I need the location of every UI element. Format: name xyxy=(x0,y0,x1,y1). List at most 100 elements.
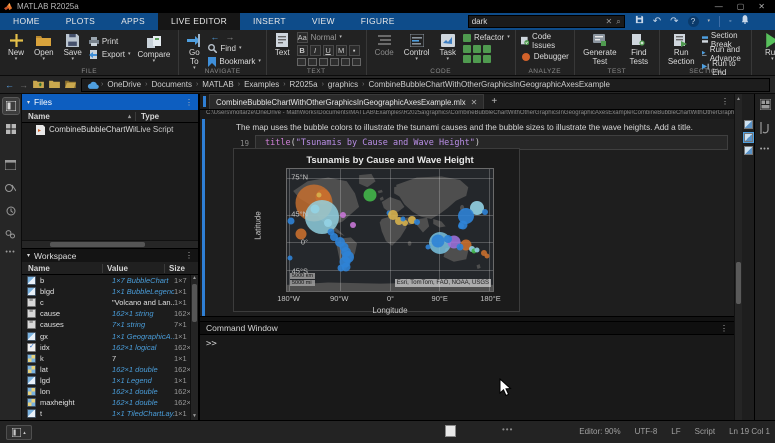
activity-doc-icon[interactable] xyxy=(445,425,456,437)
find-button[interactable]: Find▾ xyxy=(208,43,261,54)
bold-button[interactable]: B xyxy=(297,45,308,56)
redo-icon[interactable]: ↷ xyxy=(670,13,678,30)
workspace-kebab-icon[interactable]: ⋮ xyxy=(185,251,193,260)
code-tool-icon[interactable] xyxy=(473,45,481,53)
debugger-button[interactable]: Debugger xyxy=(521,51,569,62)
code-tool-icon[interactable] xyxy=(473,55,481,63)
workspace-row[interactable]: k71×1 xyxy=(22,353,190,364)
align-left-icon[interactable] xyxy=(319,58,328,66)
run-button[interactable]: Run▾ xyxy=(757,32,775,62)
command-window-kebab-icon[interactable]: ⋮ xyxy=(720,324,728,333)
ws-col-name[interactable]: Name xyxy=(22,264,102,273)
new-tab-icon[interactable]: + xyxy=(491,96,497,107)
files-kebab-icon[interactable]: ⋮ xyxy=(185,98,193,107)
ws-col-value[interactable]: Value xyxy=(103,264,164,273)
panel-layout-button[interactable]: ▴ xyxy=(6,425,32,440)
workspace-panel-icon[interactable] xyxy=(3,121,19,137)
workspace-row[interactable]: causes7×1 string7×1 xyxy=(22,319,190,330)
code-tool-icon[interactable] xyxy=(483,45,491,53)
export-button[interactable]: Export▾ xyxy=(89,49,131,60)
open-button[interactable]: Open▾ xyxy=(31,32,57,62)
collapse-icon[interactable]: ▾ xyxy=(27,99,30,106)
workspace-row[interactable]: lgd1×1 Legend1×1 xyxy=(22,375,190,386)
ribbon-tab-plots[interactable]: PLOTS xyxy=(53,13,108,30)
file-row[interactable]: CombineBubbleChartWithO... Live Script xyxy=(22,123,198,136)
style-select[interactable]: Normal xyxy=(311,33,337,42)
code-tool-icon[interactable] xyxy=(463,55,471,63)
run-section-button[interactable]: Run Section xyxy=(665,32,698,66)
text-button[interactable]: Text xyxy=(272,32,293,57)
search-input[interactable] xyxy=(472,17,602,26)
refactor-button[interactable]: Refactor▾ xyxy=(463,32,510,43)
doc-search-box[interactable]: ✕ ⌕ xyxy=(468,15,625,28)
code-tool-icon[interactable] xyxy=(483,55,491,63)
undo-icon[interactable]: ↶ xyxy=(653,13,661,30)
goto-button[interactable]: Go To▾ xyxy=(184,32,204,71)
forward-arrow-icon[interactable]: → xyxy=(225,33,234,41)
back-arrow-icon[interactable]: ← xyxy=(210,33,219,41)
monospace-button[interactable]: M xyxy=(336,45,347,56)
code-tool-icon[interactable] xyxy=(463,45,471,53)
script-paragraph[interactable]: The map uses the bubble colors to illust… xyxy=(236,123,730,132)
new-folder-icon[interactable] xyxy=(49,79,60,90)
command-window-header[interactable]: Command Window ⋮ xyxy=(200,322,734,335)
workspace-row[interactable]: lon162×1 double162×1 xyxy=(22,386,190,397)
outline-panel-icon[interactable] xyxy=(760,122,770,134)
breadcrumb-item[interactable]: CombineBubbleChartWithOtherGraphicsInGeo… xyxy=(369,80,610,89)
live-script-canvas[interactable]: The map uses the bubble colors to illust… xyxy=(200,119,734,316)
editor-tab[interactable]: CombineBubbleChartWithOtherGraphicsInGeo… xyxy=(209,94,484,109)
ribbon-tab-view[interactable]: VIEW xyxy=(299,13,348,30)
archive-panel-icon[interactable] xyxy=(3,157,19,173)
figure-thumbnail[interactable] xyxy=(744,146,753,155)
figure-thumbnail[interactable] xyxy=(744,120,753,129)
workspace-row[interactable]: gx1×1 GeographicA...1×1 xyxy=(22,330,190,341)
editor-vscrollbar[interactable]: ▲ xyxy=(734,94,742,420)
files-panel-icon[interactable] xyxy=(3,98,19,114)
browse-folder-icon[interactable] xyxy=(65,79,76,90)
clear-search-icon[interactable]: ✕ xyxy=(606,17,613,26)
section-break-button[interactable]: Section Break xyxy=(702,34,746,45)
status-more-icon[interactable]: ••• xyxy=(502,425,513,434)
ws-col-size[interactable]: Size xyxy=(165,264,198,273)
run-and-advance-button[interactable]: Run and Advance xyxy=(702,48,746,59)
figure-thumbnail[interactable] xyxy=(744,133,753,142)
command-window[interactable]: >> xyxy=(200,335,734,420)
close-tab-icon[interactable]: ✕ xyxy=(471,98,478,107)
back-icon[interactable]: ← xyxy=(5,80,14,90)
underline-button[interactable]: U xyxy=(323,45,334,56)
settings-panel-icon[interactable] xyxy=(3,226,19,242)
help-icon[interactable]: ? xyxy=(688,16,699,27)
breadcrumb-item[interactable]: Documents xyxy=(151,80,191,89)
files-panel-header[interactable]: ▾ Files ⋮ xyxy=(22,94,198,110)
figure-output[interactable]: Tsunamis by Cause and Wave Height Latitu… xyxy=(233,148,520,312)
ribbon-tab-apps[interactable]: APPS xyxy=(108,13,158,30)
ribbon-tab-home[interactable]: HOME xyxy=(0,13,53,30)
notifications-bell-icon[interactable] xyxy=(741,13,749,30)
more-icon[interactable]: ••• xyxy=(760,146,770,153)
more-panels-icon[interactable]: ••• xyxy=(5,249,15,256)
bullet-list-icon[interactable] xyxy=(297,58,306,66)
sort-icon[interactable]: ▴ xyxy=(128,113,131,120)
help-dropdown-icon[interactable]: ▾ xyxy=(708,19,711,24)
workspace-vscrollbar[interactable]: ▲ ▼ xyxy=(190,275,198,420)
indent-icon[interactable] xyxy=(352,58,361,66)
history-panel-icon[interactable] xyxy=(3,203,19,219)
breadcrumb-item[interactable]: graphics xyxy=(328,80,358,89)
workspace-panel-header[interactable]: ▾ Workspace ⋮ xyxy=(22,248,198,262)
compare-button[interactable]: Compare▾ xyxy=(134,34,173,64)
bookmark-button[interactable]: Bookmark▾ xyxy=(208,56,261,67)
more-format-icon[interactable]: ▪ xyxy=(349,45,360,56)
editor-kebab-icon[interactable]: ⋮ xyxy=(721,97,729,106)
save-button[interactable]: Save▾ xyxy=(61,32,85,62)
task-button[interactable]: Task▾ xyxy=(437,32,459,62)
workspace-row[interactable]: lat162×1 double162×1 xyxy=(22,364,190,375)
breadcrumb-item[interactable]: Examples xyxy=(244,80,279,89)
align-right-icon[interactable] xyxy=(341,58,350,66)
maximize-button[interactable]: ▢ xyxy=(737,0,745,13)
workspace-row[interactable]: idx162×1 logical162×1 xyxy=(22,342,190,353)
ribbon-tab-insert[interactable]: INSERT xyxy=(240,13,299,30)
align-center-icon[interactable] xyxy=(330,58,339,66)
workspace-row[interactable]: maxheight162×1 double162×1 xyxy=(22,397,190,408)
breadcrumb-item[interactable]: R2025a xyxy=(290,80,318,89)
files-hscrollbar[interactable] xyxy=(22,240,198,248)
